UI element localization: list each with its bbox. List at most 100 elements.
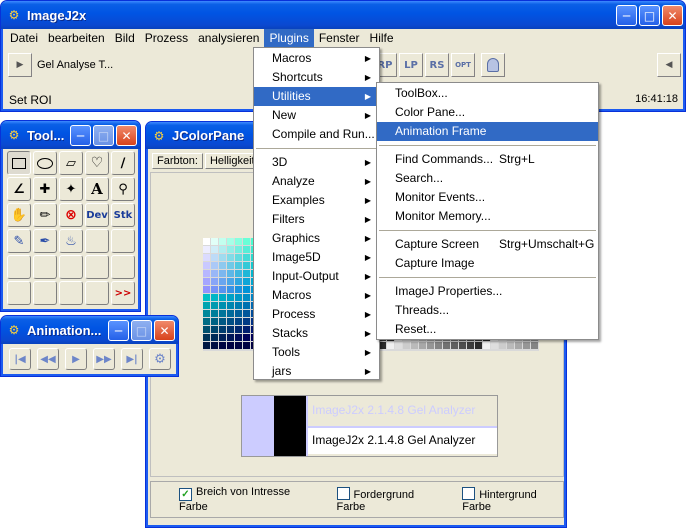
color-swatch[interactable] bbox=[243, 326, 250, 333]
checkbox-foreground-color[interactable]: Fordergrund Farbe bbox=[336, 486, 441, 513]
color-swatch[interactable] bbox=[419, 342, 426, 349]
color-swatch[interactable] bbox=[219, 310, 226, 317]
color-swatch[interactable] bbox=[235, 294, 242, 301]
empty-tool-slot[interactable] bbox=[85, 281, 109, 305]
color-swatch[interactable] bbox=[235, 238, 242, 245]
utilities-item-color-pane[interactable]: Color Pane... bbox=[377, 103, 598, 122]
color-swatch[interactable] bbox=[203, 286, 210, 293]
color-swatch[interactable] bbox=[203, 254, 210, 261]
color-swatch[interactable] bbox=[411, 342, 418, 349]
color-swatch[interactable] bbox=[203, 334, 210, 341]
play-button[interactable]: ▶ bbox=[65, 348, 87, 370]
plugins-item-macros[interactable]: Macros ▶ bbox=[254, 49, 379, 68]
color-swatch[interactable] bbox=[203, 318, 210, 325]
color-swatch[interactable] bbox=[211, 302, 218, 309]
minimize-button[interactable]: ─ bbox=[616, 5, 637, 26]
color-swatch[interactable] bbox=[227, 278, 234, 285]
color-swatch[interactable] bbox=[235, 286, 242, 293]
color-swatch[interactable] bbox=[211, 310, 218, 317]
menu-fenster[interactable]: Fenster bbox=[314, 29, 365, 48]
hand-tool[interactable]: ✋ bbox=[7, 203, 31, 227]
plugins-item-compile-and-run[interactable]: Compile and Run... bbox=[254, 125, 379, 144]
tools-close-button[interactable]: ✕ bbox=[116, 125, 137, 146]
dropper-tool[interactable]: ✏ bbox=[33, 203, 57, 227]
text-tool[interactable]: A bbox=[85, 177, 109, 201]
color-swatch[interactable] bbox=[531, 342, 538, 349]
utilities-item-toolbox[interactable]: ToolBox... bbox=[377, 84, 598, 103]
color-swatch[interactable] bbox=[243, 286, 250, 293]
more-tools-button[interactable]: >> bbox=[111, 281, 135, 305]
color-swatch[interactable] bbox=[211, 286, 218, 293]
plugins-item-filters[interactable]: Filters ▶ bbox=[254, 210, 379, 229]
color-swatch[interactable] bbox=[243, 246, 250, 253]
color-swatch[interactable] bbox=[499, 342, 506, 349]
animation-maximize-button[interactable]: □ bbox=[131, 320, 152, 341]
plugins-item-process[interactable]: Process ▶ bbox=[254, 305, 379, 324]
plugins-item-tools[interactable]: Tools ▶ bbox=[254, 343, 379, 362]
color-swatch[interactable] bbox=[219, 294, 226, 301]
color-swatch[interactable] bbox=[219, 254, 226, 261]
tools-titlebar[interactable]: ⚙ Tool... ─ □ ✕ bbox=[1, 121, 140, 149]
fast-forward-button[interactable]: ▶▶ bbox=[93, 348, 115, 370]
color-swatch[interactable] bbox=[491, 342, 498, 349]
color-swatch[interactable] bbox=[211, 238, 218, 245]
menu-plugins[interactable]: Plugins bbox=[264, 29, 314, 48]
color-swatch[interactable] bbox=[227, 270, 234, 277]
color-swatch[interactable] bbox=[227, 310, 234, 317]
freehand-tool[interactable]: ♡ bbox=[85, 151, 109, 175]
brush-tool[interactable]: ✒ bbox=[33, 229, 57, 253]
empty-tool-slot[interactable] bbox=[33, 281, 57, 305]
color-swatch[interactable] bbox=[227, 294, 234, 301]
plugins-item-examples[interactable]: Examples ▶ bbox=[254, 191, 379, 210]
toolbar-lp-button[interactable]: LP bbox=[399, 53, 423, 77]
utilities-item-imagej-properties[interactable]: ImageJ Properties... bbox=[377, 282, 598, 301]
color-swatch[interactable] bbox=[227, 302, 234, 309]
color-swatch[interactable] bbox=[227, 254, 234, 261]
menu-analysieren[interactable]: analysieren bbox=[193, 29, 264, 48]
color-swatch[interactable] bbox=[219, 238, 226, 245]
color-swatch[interactable] bbox=[235, 326, 242, 333]
color-swatch[interactable] bbox=[203, 270, 210, 277]
utilities-item-threads[interactable]: Threads... bbox=[377, 301, 598, 320]
color-swatch[interactable] bbox=[203, 326, 210, 333]
color-swatch[interactable] bbox=[219, 302, 226, 309]
color-swatch[interactable] bbox=[203, 342, 210, 349]
color-swatch[interactable] bbox=[219, 326, 226, 333]
color-swatch[interactable] bbox=[227, 326, 234, 333]
color-swatch[interactable] bbox=[227, 318, 234, 325]
plugins-item-analyze[interactable]: Analyze ▶ bbox=[254, 172, 379, 191]
color-swatch[interactable] bbox=[235, 334, 242, 341]
close-button[interactable]: ✕ bbox=[662, 5, 683, 26]
utilities-item-capture-image[interactable]: Capture Image bbox=[377, 254, 598, 273]
pencil-tool[interactable]: ✎ bbox=[7, 229, 31, 253]
color-swatch[interactable] bbox=[427, 342, 434, 349]
color-swatch[interactable] bbox=[235, 310, 242, 317]
toolbar-lock-button[interactable] bbox=[481, 53, 505, 77]
dev-tool[interactable]: Dev bbox=[85, 203, 109, 227]
color-swatch[interactable] bbox=[515, 342, 522, 349]
color-swatch[interactable] bbox=[451, 342, 458, 349]
color-swatch[interactable] bbox=[435, 342, 442, 349]
color-swatch[interactable] bbox=[507, 342, 514, 349]
color-swatch[interactable] bbox=[459, 342, 466, 349]
empty-tool-slot[interactable] bbox=[85, 255, 109, 279]
color-swatch[interactable] bbox=[243, 278, 250, 285]
color-swatch[interactable] bbox=[483, 342, 490, 349]
color-swatch[interactable] bbox=[211, 246, 218, 253]
plugins-item-shortcuts[interactable]: Shortcuts ▶ bbox=[254, 68, 379, 87]
color-swatch[interactable] bbox=[243, 342, 250, 349]
main-titlebar[interactable]: ⚙ ImageJ2x ─ □ ✕ bbox=[1, 1, 685, 29]
color-swatch[interactable] bbox=[243, 294, 250, 301]
color-swatch[interactable] bbox=[203, 302, 210, 309]
menu-hilfe[interactable]: Hilfe bbox=[365, 29, 399, 48]
color-swatch[interactable] bbox=[243, 318, 250, 325]
toolbar-left-arrow-button[interactable]: ▶ bbox=[8, 53, 32, 77]
utilities-item-animation-frame[interactable]: Animation Frame bbox=[377, 122, 598, 141]
utilities-item-monitor-memory[interactable]: Monitor Memory... bbox=[377, 207, 598, 226]
empty-tool-slot[interactable] bbox=[59, 281, 83, 305]
color-swatch[interactable] bbox=[227, 286, 234, 293]
color-swatch[interactable] bbox=[235, 270, 242, 277]
stk-tool[interactable]: Stk bbox=[111, 203, 135, 227]
color-swatch[interactable] bbox=[475, 342, 482, 349]
color-swatch[interactable] bbox=[203, 294, 210, 301]
